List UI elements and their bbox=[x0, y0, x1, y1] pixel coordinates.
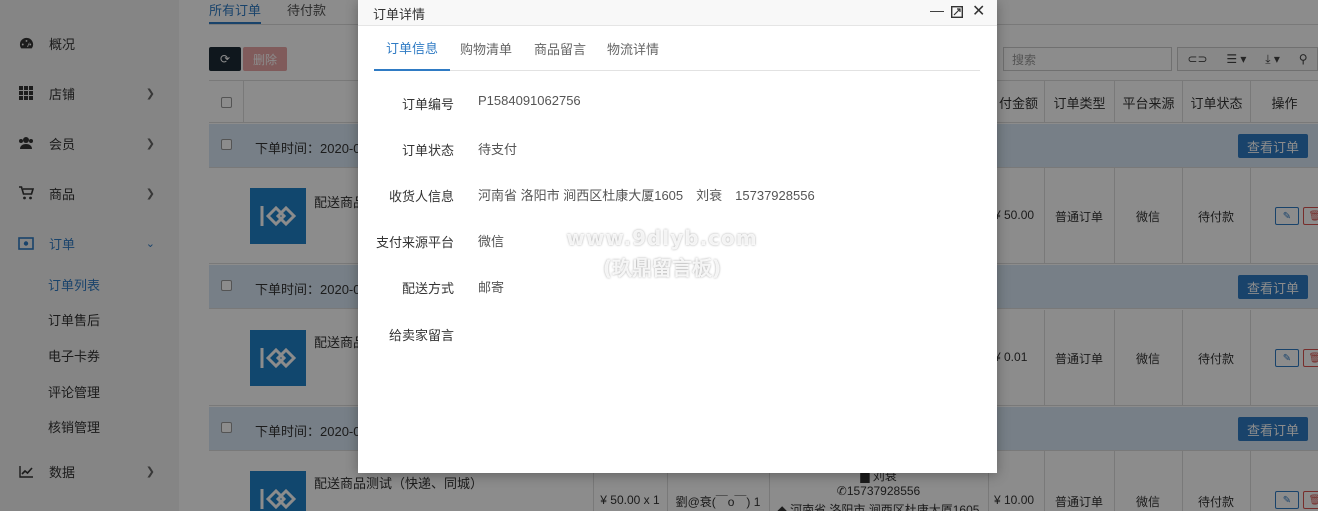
field-value-order-no: P1584091062756 bbox=[478, 93, 581, 108]
order-detail-modal: 订单详情 — ✕ 订单信息 购物清单 商品留言 物流详情 订单编号 P15840… bbox=[358, 0, 997, 473]
field-label-receiver: 收货人信息 bbox=[388, 189, 454, 204]
modal-tabs: 订单信息 购物清单 商品留言 物流详情 bbox=[374, 26, 980, 71]
tab-order-info[interactable]: 订单信息 bbox=[374, 26, 451, 71]
field-label-order-no: 订单编号 bbox=[401, 97, 454, 112]
field-label-delivery: 配送方式 bbox=[401, 281, 454, 296]
minimize-icon[interactable]: — bbox=[930, 2, 944, 18]
modal-title: 订单详情 bbox=[373, 7, 426, 22]
field-value-delivery: 邮寄 bbox=[478, 280, 505, 295]
field-label-buyer-message: 给卖家留言 bbox=[388, 328, 454, 343]
field-value-pay-platform: 微信 bbox=[478, 234, 505, 249]
close-icon[interactable]: ✕ bbox=[972, 1, 985, 21]
field-value-order-status: 待支付 bbox=[478, 142, 518, 157]
field-value-receiver: 河南省 洛阳市 涧西区杜康大厦1605 刘衰 15737928556 bbox=[478, 188, 815, 203]
field-label-pay-platform: 支付来源平台 bbox=[375, 235, 454, 250]
field-label-order-status: 订单状态 bbox=[401, 143, 454, 158]
modal-title-bar: 订单详情 — ✕ bbox=[358, 0, 997, 26]
tab-logistics[interactable]: 物流详情 bbox=[607, 26, 659, 71]
maximize-icon[interactable] bbox=[950, 3, 964, 21]
tab-shopping-list[interactable]: 购物清单 bbox=[460, 26, 512, 71]
tab-product-message[interactable]: 商品留言 bbox=[534, 26, 586, 71]
